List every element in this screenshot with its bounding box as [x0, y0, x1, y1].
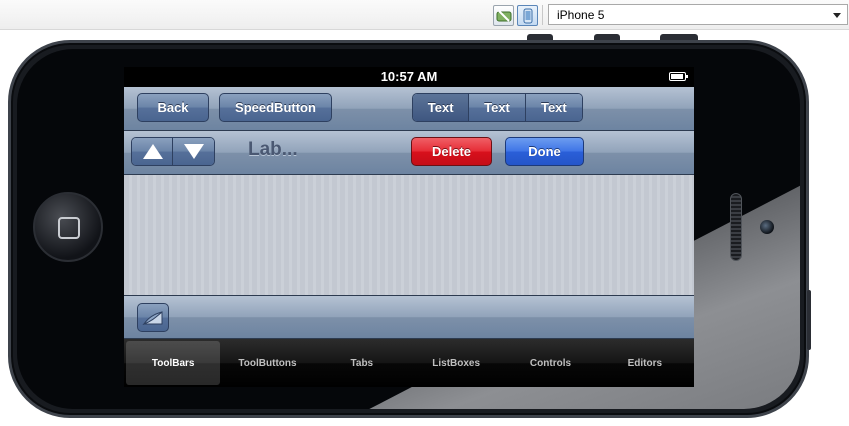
camera-lens [760, 220, 774, 234]
content-area [124, 175, 694, 295]
landscape-icon [496, 10, 512, 22]
delete-button[interactable]: Delete [411, 137, 492, 166]
tab-tabs[interactable]: Tabs [315, 341, 409, 385]
tab-editors[interactable]: Editors [598, 341, 692, 385]
done-button[interactable]: Done [505, 137, 584, 166]
status-time: 10:57 AM [380, 69, 438, 84]
segment-text-2[interactable]: Text [469, 94, 526, 121]
tab-controls[interactable]: Controls [503, 341, 597, 385]
side-key [807, 290, 811, 350]
speed-button-label: SpeedButton [235, 100, 316, 115]
segmented-control: Text Text Text [412, 93, 583, 122]
toolbar-label: Lab... [248, 139, 298, 160]
segment-text-3[interactable]: Text [525, 94, 582, 121]
device-screen: 10:57 AM Back SpeedButton Text Text Text… [124, 67, 694, 387]
page-curl-icon [142, 311, 163, 326]
speed-button[interactable]: SpeedButton [219, 93, 332, 122]
speaker-grille [730, 193, 742, 261]
portrait-icon [523, 8, 533, 24]
back-button[interactable]: Back [137, 93, 209, 122]
bottom-toolbar [124, 295, 694, 339]
back-button-label: Back [157, 100, 189, 115]
segment-label: Text [427, 100, 454, 115]
toolbar-separator [542, 5, 543, 25]
tab-label: ToolBars [151, 358, 195, 369]
tab-listboxes[interactable]: ListBoxes [409, 341, 503, 385]
tab-label: Editors [627, 358, 663, 369]
tab-toolbuttons[interactable]: ToolButtons [220, 341, 314, 385]
top-toolbar: Back SpeedButton Text Text Text [124, 87, 694, 131]
segment-text-1[interactable]: Text [413, 94, 470, 121]
portrait-orientation-button[interactable] [517, 5, 538, 26]
tab-label: Controls [529, 358, 572, 369]
battery-icon [669, 72, 688, 81]
home-square-icon [58, 217, 80, 239]
tab-label: Tabs [350, 358, 374, 369]
up-down-segment [131, 137, 215, 166]
status-bar: 10:57 AM [124, 67, 694, 87]
tab-bar: ToolBars ToolButtons Tabs ListBoxes Cont… [124, 339, 694, 387]
tab-toolbars[interactable]: ToolBars [126, 341, 221, 385]
segment-label: Text [540, 100, 567, 115]
landscape-orientation-button[interactable] [493, 5, 514, 26]
done-button-label: Done [528, 144, 561, 159]
page-curl-button[interactable] [137, 303, 169, 332]
tab-label: ListBoxes [432, 358, 481, 369]
arrow-down-button[interactable] [173, 138, 214, 165]
second-toolbar: Lab... Delete Done [124, 131, 694, 175]
arrow-up-button[interactable] [132, 138, 174, 165]
home-button[interactable] [33, 192, 103, 262]
segment-label: Text [484, 100, 510, 115]
chevron-down-icon [833, 13, 841, 18]
tab-label: ToolButtons [238, 358, 297, 369]
delete-button-label: Delete [431, 144, 472, 159]
device-select-value: iPhone 5 [557, 8, 605, 22]
device-select[interactable]: iPhone 5 [548, 4, 848, 25]
designer-toolbar: iPhone 5 [0, 0, 849, 30]
